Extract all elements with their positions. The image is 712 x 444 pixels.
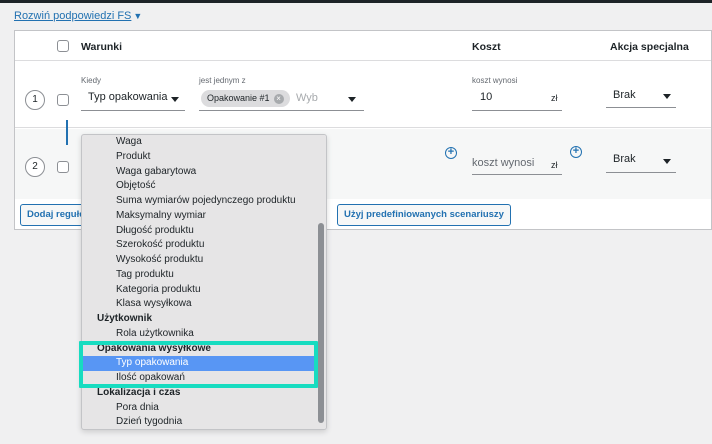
chevron-down-icon: ▼ [133,11,143,21]
row-checkbox[interactable] [57,161,69,173]
cost-input-underline [472,110,562,111]
special-action-underline [606,107,676,108]
dropdown-option[interactable]: Rola użytkownika [82,327,318,342]
plus-icon[interactable]: + [445,147,457,159]
special-action-value: Brak [613,153,636,165]
dropdown-option[interactable]: Tag produktu [82,268,318,283]
dropdown-option[interactable]: Waga [82,135,318,150]
currency-label: zł [551,160,558,170]
dropdown-group-label: Użytkownik [97,313,153,324]
value-chip: Opakowanie #1 × [201,90,290,107]
condition-dropdown: Waga Produkt Waga gabarytowa Objętość Suma w… [81,134,327,430]
table-row: 1 Kiedy Typ opakowania jest jednym z Opa… [15,62,711,128]
dropdown-option[interactable]: Dzień tygodnia [82,415,318,429]
close-icon[interactable]: × [273,93,284,104]
dropdown-group-label: Lokalizacja i czas [97,386,181,398]
dropdown-option[interactable]: Kategoria produktu [82,283,318,298]
cost-input-underline [472,174,562,175]
chevron-down-icon [171,97,179,102]
special-action-underline [606,172,676,173]
dropdown-option[interactable]: Pora dnia [82,401,318,416]
row-number: 1 [25,90,45,110]
predefined-scenarios-button[interactable]: Użyj predefiniowanych scenariuszy [337,204,511,226]
dropdown-option[interactable]: Klasa wysyłkowa [82,297,318,312]
column-conditions: Warunki [81,41,123,53]
plus-icon[interactable]: + [570,146,582,158]
dropdown-option[interactable]: Wysokość produktu [82,253,318,268]
dropdown-option[interactable]: Waga gabarytowa [82,165,318,180]
row-checkbox[interactable] [57,94,69,106]
values-multiselect-underline [199,110,364,111]
dropdown-option[interactable]: Typ opakowania [82,356,318,371]
dropdown-option[interactable]: Objętość [82,179,318,194]
dropdown-group-label: Opakowania wysyłkowe [97,342,211,354]
dropdown-scrollbar[interactable] [317,135,326,429]
table-header: Warunki Koszt Akcja specjalna [15,31,711,61]
cost-label: koszt wynosi [472,76,518,85]
is-one-of-label: jest jednym z [199,76,246,85]
values-search-input[interactable]: Wyb [296,92,318,104]
cost-input-placeholder: koszt wynosi [472,157,535,169]
dropdown-option[interactable]: Ilość opakowań [82,371,318,386]
column-cost: Koszt [472,41,501,53]
select-all-checkbox[interactable] [57,40,69,52]
expand-hints-link[interactable]: Rozwiń podpowiedzi FS ▼ [14,10,142,22]
dropdown-option[interactable]: Szerokość produktu [82,238,318,253]
chevron-down-icon [348,97,356,102]
dropdown-option[interactable]: Długość produktu [82,224,318,239]
condition-select-focused[interactable] [66,120,68,145]
scrollbar-thumb[interactable] [318,223,324,423]
column-special-action: Akcja specjalna [610,41,689,53]
condition-select-value: Typ opakowania [88,91,168,103]
when-label: Kiedy [81,76,102,85]
special-action-value: Brak [613,89,636,101]
value-chip-label: Opakowanie #1 [207,93,270,103]
row-number: 2 [25,157,45,177]
admin-top-bar [0,0,712,3]
dropdown-option[interactable]: Suma wymiarów pojedynczego produktu [82,194,318,209]
expand-hints-label: Rozwiń podpowiedzi FS [14,10,132,22]
dropdown-list: Waga Produkt Waga gabarytowa Objętość Suma w… [82,135,318,429]
cost-input-value: 10 [480,91,493,103]
chevron-down-icon [663,94,671,99]
dropdown-option[interactable]: Maksymalny wymiar [82,209,318,224]
dropdown-option[interactable]: Produkt [82,150,318,165]
condition-select-underline [81,110,185,111]
chevron-down-icon [663,159,671,164]
currency-label: zł [551,93,558,103]
